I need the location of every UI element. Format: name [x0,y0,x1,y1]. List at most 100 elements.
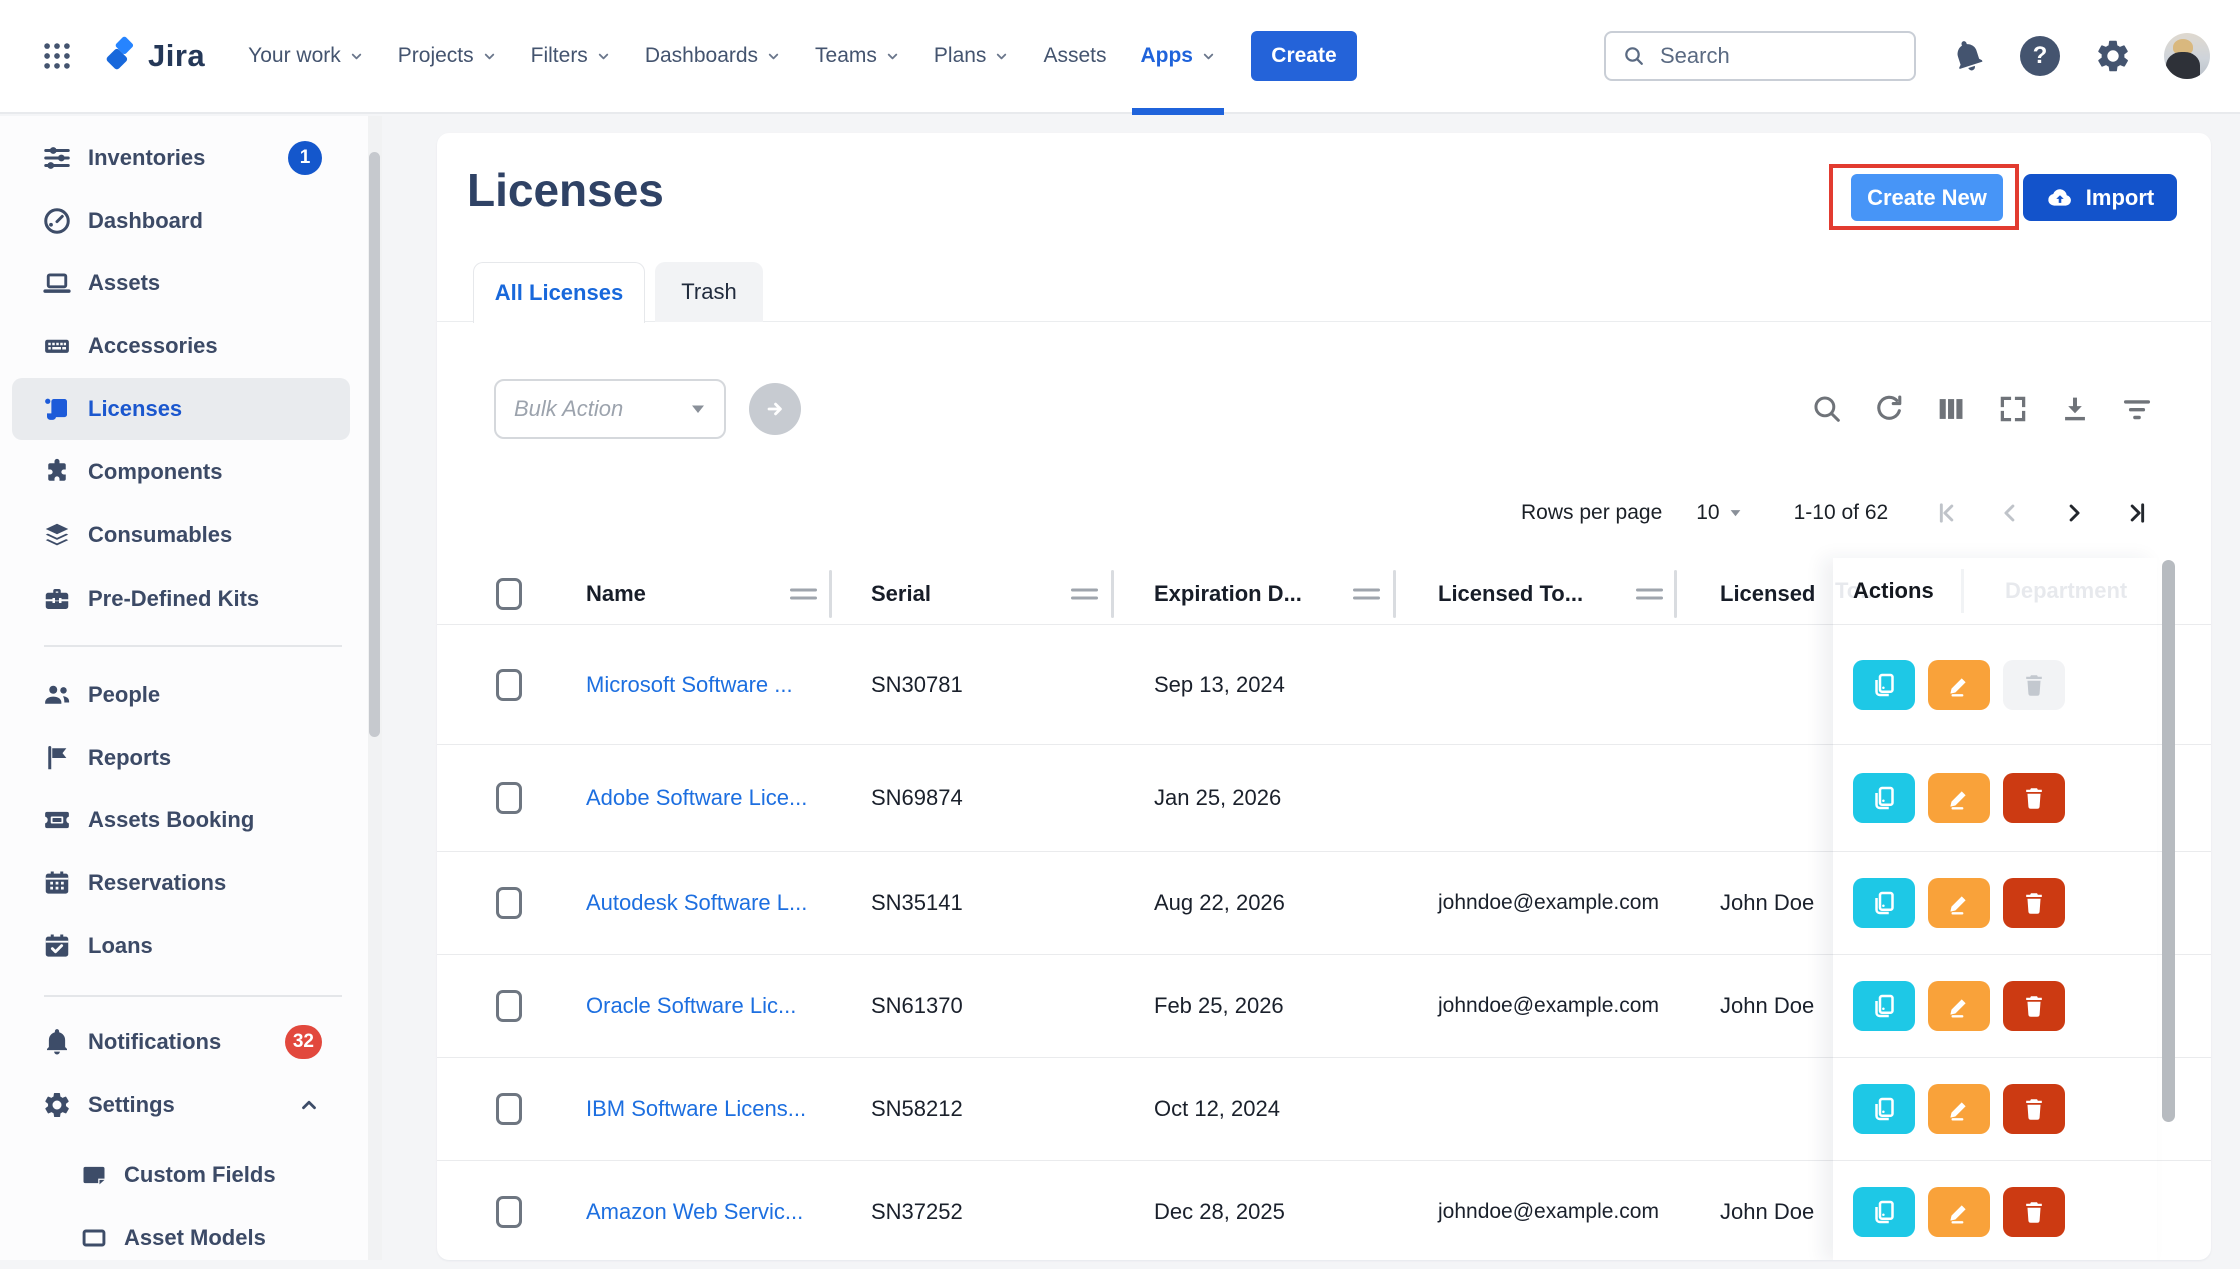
col-serial[interactable]: Serial [871,581,931,607]
nav-teams[interactable]: Teams [815,0,900,113]
delete-button[interactable] [2003,773,2065,823]
columns-icon[interactable] [1931,389,1971,429]
copy-button[interactable] [1853,773,1915,823]
licensed-cell: John Doe [1720,890,1814,916]
row-checkbox[interactable] [496,887,522,919]
sidebar-item-notifications[interactable]: Notifications 32 [12,1011,350,1073]
license-name-link[interactable]: Oracle Software Lic... [586,993,796,1019]
row-checkbox[interactable] [496,782,522,814]
sidebar-item-loans[interactable]: Loans [12,915,350,977]
license-name-link[interactable]: Autodesk Software L... [586,890,807,916]
col-serial-drag-handle[interactable] [1071,584,1098,605]
sidebar-item-pre-defined-kits[interactable]: Pre-Defined Kits [12,568,350,630]
notifications-bell-icon[interactable] [1950,38,1986,74]
create-new-button[interactable]: Create New [1851,174,2003,221]
license-name-link[interactable]: IBM Software Licens... [586,1096,806,1122]
sidebar-item-inventories[interactable]: Inventories 1 [12,127,350,189]
sidebar-item-people[interactable]: People [12,664,350,726]
copy-button[interactable] [1853,1084,1915,1134]
col-licensed[interactable]: Licensed [1720,581,1815,607]
tab-all-licenses[interactable]: All Licenses [473,262,645,323]
sidebar-item-assets[interactable]: Assets [12,252,350,314]
nav-filters[interactable]: Filters [531,0,611,113]
jira-logo[interactable]: Jira [100,36,205,76]
prev-page-button[interactable] [1996,499,2024,527]
user-avatar[interactable] [2164,33,2210,79]
col-name[interactable]: Name [586,581,646,607]
copy-button[interactable] [1853,878,1915,928]
create-button[interactable]: Create [1251,31,1357,81]
filter-icon[interactable] [2117,389,2157,429]
arrow-right-icon [762,396,788,422]
download-icon[interactable] [2055,389,2095,429]
col-expiration[interactable]: Expiration D... [1154,581,1302,607]
sidebar-item-accessories[interactable]: Accessories [12,315,350,377]
sidebar-item-reports[interactable]: Reports [12,727,350,789]
license-name-link[interactable]: Amazon Web Servic... [586,1199,803,1225]
nav-projects[interactable]: Projects [398,0,497,113]
import-button[interactable]: Import [2023,174,2177,221]
sidebar-item-settings[interactable]: Settings [12,1074,350,1136]
edit-button[interactable] [1928,1084,1990,1134]
col-expiration-drag-handle[interactable] [1353,584,1380,605]
license-name-link[interactable]: Microsoft Software ... [586,672,793,698]
sidebar-item-assets-booking[interactable]: Assets Booking [12,789,350,851]
col-name-drag-handle[interactable] [790,584,817,605]
tab-trash[interactable]: Trash [655,262,763,322]
app-switcher-icon[interactable] [40,39,74,73]
copy-button[interactable] [1853,660,1915,710]
nav-plans[interactable]: Plans [934,0,1010,113]
sidebar-scrollbar-thumb[interactable] [369,152,380,737]
actions-row [1833,1057,2157,1160]
row-checkbox[interactable] [496,669,522,701]
notifications-badge: 32 [285,1025,322,1059]
edit-button[interactable] [1928,660,1990,710]
nav-apps[interactable]: Apps [1140,0,1216,113]
sidebar-item-custom-fields[interactable]: Custom Fields [12,1144,350,1206]
pagination-range: 1-10 of 62 [1794,501,1889,525]
copy-button[interactable] [1853,1187,1915,1237]
flag-icon [42,743,72,773]
select-all-checkbox[interactable] [496,578,522,610]
sidebar-item-components[interactable]: Components [12,441,350,503]
row-checkbox[interactable] [496,1093,522,1125]
search-input[interactable] [1658,42,1862,70]
edit-button[interactable] [1928,773,1990,823]
row-checkbox[interactable] [496,990,522,1022]
edit-button[interactable] [1928,981,1990,1031]
fullscreen-icon[interactable] [1993,389,2033,429]
sidebar-item-dashboard[interactable]: Dashboard [12,190,350,252]
last-page-button[interactable] [2124,499,2152,527]
license-name-link[interactable]: Adobe Software Lice... [586,785,807,811]
nav-your-work[interactable]: Your work [248,0,364,113]
sidebar-item-licenses[interactable]: Licenses [12,378,350,440]
row-checkbox[interactable] [496,1196,522,1228]
col-licensed-to[interactable]: Licensed To... [1438,581,1583,607]
refresh-icon[interactable] [1869,389,1909,429]
ghost-column-separator [1961,569,1964,613]
col-licensed-to-drag-handle[interactable] [1636,584,1663,605]
bulk-action-go-button[interactable] [749,383,801,435]
delete-button[interactable] [2003,1187,2065,1237]
sidebar-item-reservations[interactable]: Reservations [12,852,350,914]
table-scrollbar-thumb[interactable] [2162,560,2175,1122]
edit-button[interactable] [1928,878,1990,928]
sidebar-item-consumables[interactable]: Consumables [12,504,350,566]
copy-button[interactable] [1853,981,1915,1031]
bulk-action-select[interactable]: Bulk Action [494,379,726,439]
first-page-button[interactable] [1932,499,1960,527]
actions-row [1833,1160,2157,1260]
chevron-down-icon [885,49,900,64]
nav-assets[interactable]: Assets [1043,0,1106,113]
global-search[interactable] [1604,31,1916,81]
rows-per-page-select[interactable]: 10 [1696,501,1741,525]
edit-button[interactable] [1928,1187,1990,1237]
search-icon[interactable] [1807,389,1847,429]
help-icon[interactable]: ? [2020,36,2060,76]
delete-button[interactable] [2003,981,2065,1031]
nav-dashboards[interactable]: Dashboards [645,0,781,113]
delete-button[interactable] [2003,1084,2065,1134]
settings-gear-icon[interactable] [2094,37,2132,75]
delete-button[interactable] [2003,878,2065,928]
next-page-button[interactable] [2060,499,2088,527]
